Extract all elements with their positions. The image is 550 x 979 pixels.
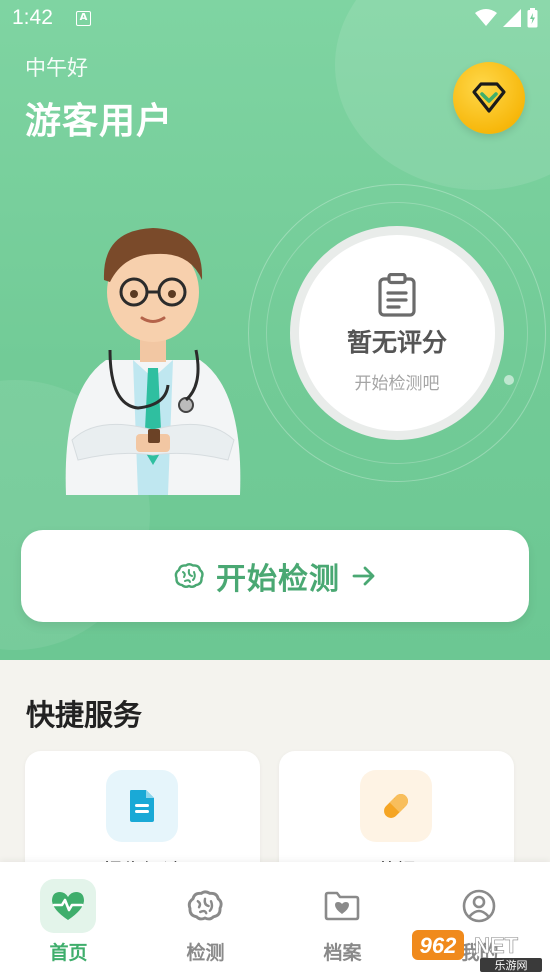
doctor-illustration <box>65 228 241 495</box>
brain-icon <box>174 563 204 588</box>
battery-icon <box>527 8 538 28</box>
signal-icon <box>503 9 521 27</box>
quick-services-title: 快捷服务 <box>26 698 143 732</box>
nav-icon-bg <box>314 879 370 933</box>
hero-section: 1:42 A 中午好 游客用户 暂无评分 开始检测吧 开始检测 <box>0 0 550 660</box>
notification-icon: A <box>76 11 91 26</box>
svg-text:962: 962 <box>420 933 457 958</box>
nav-icon-bg <box>177 879 233 933</box>
score-inner: 暂无评分 开始检测吧 <box>299 235 495 431</box>
vip-button[interactable] <box>453 62 525 134</box>
nav-icon-bg <box>451 879 507 933</box>
start-detection-button[interactable]: 开始检测 <box>21 530 529 622</box>
username: 游客用户 <box>25 101 174 142</box>
nav-icon-bg <box>40 879 96 933</box>
clipboard-icon <box>378 272 416 317</box>
status-icons <box>475 8 538 28</box>
nav-label: 检测 <box>186 942 225 964</box>
nav-item-records[interactable]: 档案 <box>274 862 411 979</box>
user-circle-icon <box>462 889 496 923</box>
card-icon-bg <box>106 770 178 842</box>
heartbeat-icon <box>52 892 84 920</box>
score-title: 暂无评分 <box>346 327 447 357</box>
document-icon <box>130 790 154 822</box>
score-panel[interactable]: 暂无评分 开始检测吧 <box>290 226 504 440</box>
svg-text:乐游网: 乐游网 <box>495 959 528 972</box>
nav-label: 档案 <box>323 942 362 964</box>
nav-label: 首页 <box>49 942 88 964</box>
watermark-logo: 962 .NET 乐游网 <box>412 930 542 972</box>
score-subtitle: 开始检测吧 <box>354 373 440 394</box>
svg-text:.NET: .NET <box>468 933 519 958</box>
folder-heart-icon <box>324 891 360 921</box>
arrow-right-icon <box>352 566 375 586</box>
start-detection-label: 开始检测 <box>216 562 340 597</box>
card-icon-bg <box>360 770 432 842</box>
decor-dot <box>504 375 514 385</box>
brain-icon <box>187 890 223 921</box>
diamond-icon <box>472 82 506 113</box>
greeting-text: 中午好 <box>25 56 88 80</box>
status-time: 1:42 <box>12 6 53 29</box>
wifi-icon <box>475 9 497 26</box>
status-bar: 1:42 A <box>0 0 550 38</box>
pill-icon <box>384 794 408 818</box>
nav-item-detect[interactable]: 检测 <box>137 862 274 979</box>
nav-item-home[interactable]: 首页 <box>0 862 137 979</box>
